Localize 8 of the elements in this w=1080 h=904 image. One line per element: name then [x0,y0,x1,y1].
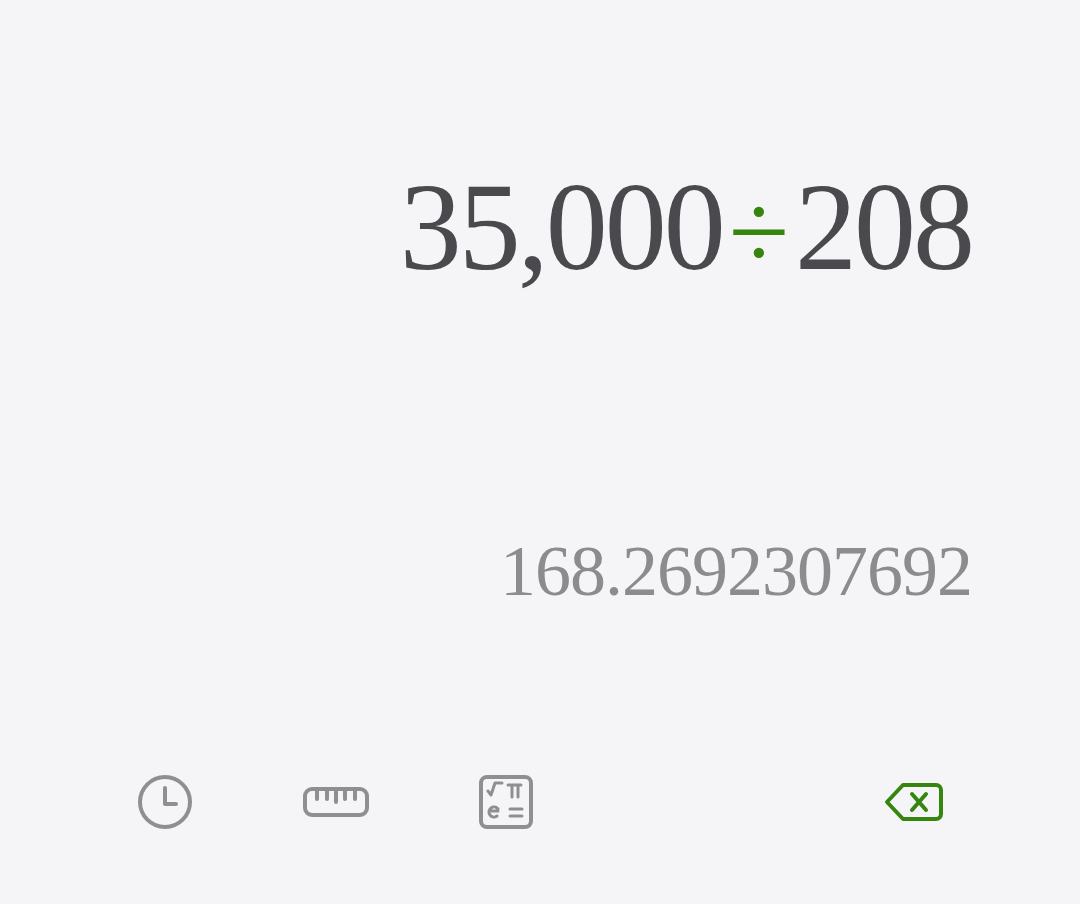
backspace-icon[interactable] [884,781,944,822]
expression-number: 208 [795,160,972,297]
expression-number: 35,000 [399,160,723,297]
result-text: 168.2692307692 [499,532,973,612]
operator-symbol: ÷ [728,172,789,293]
history-icon[interactable] [137,773,193,830]
ruler-icon[interactable] [303,786,369,817]
scientific-calculator-icon[interactable] [479,774,533,829]
